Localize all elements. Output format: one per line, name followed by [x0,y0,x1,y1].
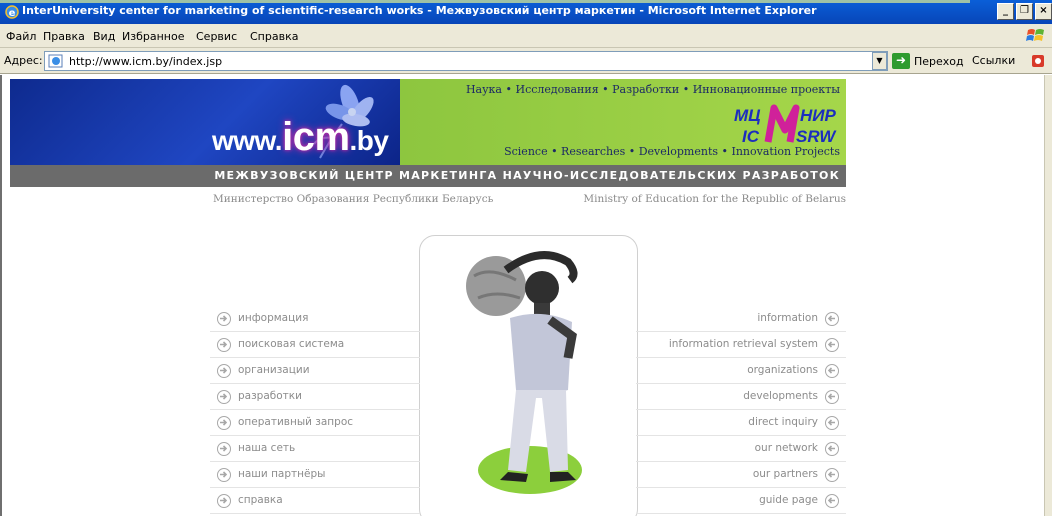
windows-logo-icon [1026,29,1044,41]
logo-main: icm [282,115,350,159]
window-left-border [0,75,2,516]
arrow-left-circle-icon [825,338,839,352]
page-icon [48,54,63,68]
arrow-left-circle-icon [825,390,839,404]
brand-en-left: IC [742,127,760,146]
nav-en-label: direct inquiry [748,416,818,428]
man-with-globe-photo [466,251,582,494]
nav-ru-label: наши партнёры [238,468,326,480]
arrow-right-circle-icon [217,442,231,456]
nav-en-information-retrieval-system[interactable]: information retrieval system [636,332,846,358]
address-label: Адрес: [4,54,43,67]
nav-ru-organizations[interactable]: организации [210,358,420,384]
arrow-right-circle-icon [217,494,231,508]
site-logo[interactable]: www.icm.by [212,115,389,160]
brand-ru-left: МЦ [734,106,761,125]
menu-view[interactable]: Вид [93,30,115,43]
nav-ru-label: наша сеть [238,442,296,454]
nav-ru-label: организации [238,364,310,376]
nav-ru-label: информация [238,312,309,324]
internet-explorer-icon: e [5,5,19,19]
links-button[interactable]: Ссылки [972,54,1015,67]
nav-en-label: our network [754,442,818,454]
nav-en-label: developments [743,390,818,402]
arrow-left-circle-icon [825,312,839,326]
address-dropdown-button[interactable]: ▼ [872,52,887,70]
nav-en-guide-page[interactable]: guide page [636,488,846,514]
arrow-left-circle-icon [825,442,839,456]
nav-ru-label: оперативный запрос [238,416,354,428]
arrow-right-circle-icon [217,468,231,482]
window-titlebar: e InterUniversity center for marketing o… [0,0,1052,24]
arrow-right-circle-icon [217,364,231,378]
nav-ru-search-system[interactable]: поисковая система [210,332,420,358]
minimize-button[interactable]: _ [997,3,1014,20]
page-viewport: www.icm.by Наука • Исследования • Разраб… [0,75,1052,516]
nav-en-developments[interactable]: developments [636,384,846,410]
arrow-left-circle-icon [825,416,839,430]
logo-suffix: .by [349,125,389,156]
svg-text:e: e [9,8,16,19]
address-input[interactable]: http://www.icm.by/index.jsp [44,51,888,71]
brand-ru-right: НИР [800,106,837,125]
nav-ru-our-partners[interactable]: наши партнёры [210,462,420,488]
arrow-right-circle-icon [217,390,231,404]
menu-bar: Файл Правка Вид Избранное Сервис Справка [0,24,1052,48]
go-button[interactable]: ➜ Переход [892,52,964,70]
arrow-left-circle-icon [825,364,839,378]
brand-m-mark [764,104,800,143]
nav-en-label: information [757,312,818,324]
menu-help[interactable]: Справка [250,30,298,43]
nav-english: information information retrieval system… [636,306,846,514]
nav-ru-direct-inquiry[interactable]: оперативный запрос [210,410,420,436]
nav-en-organizations[interactable]: organizations [636,358,846,384]
nav-ru-our-network[interactable]: наша сеть [210,436,420,462]
nav-russian: информация поисковая система организации… [210,306,420,514]
window-controls: _ ❐ × [997,3,1052,20]
ministry-russian: Министерство Образования Республики Бела… [213,193,494,205]
restore-button[interactable]: ❐ [1016,3,1033,20]
vertical-scrollbar[interactable] [1044,75,1052,516]
arrow-right-circle-icon [217,416,231,430]
nav-en-label: guide page [759,494,818,506]
arrow-right-circle-icon [217,312,231,326]
nav-en-information[interactable]: information [636,306,846,332]
logo-prefix: www. [212,125,283,156]
tagline-russian: Наука • Исследования • Разработки • Инно… [465,83,840,96]
arrow-left-circle-icon [825,494,839,508]
menu-edit[interactable]: Правка [43,30,85,43]
go-label: Переход [914,54,964,68]
address-url: http://www.icm.by/index.jsp [69,55,223,68]
nav-en-label: organizations [747,364,818,376]
nav-ru-information[interactable]: информация [210,306,420,332]
nav-ru-label: справка [238,494,283,506]
nav-en-our-partners[interactable]: our partners [636,462,846,488]
address-bar: Адрес: http://www.icm.by/index.jsp ▼ ➜ П… [0,48,1052,74]
window-title: InterUniversity center for marketing of … [22,4,817,17]
titlebar-decoration [0,0,970,3]
nav-ru-label: поисковая система [238,338,345,350]
go-arrow-icon: ➜ [892,53,910,69]
icsrw-logo: МЦ НИР IC SRW [734,104,837,146]
subtitle-band: МЕЖВУЗОВСКИЙ ЦЕНТР МАРКЕТИНГА НАУЧНО-ИСС… [10,165,846,187]
nav-en-our-network[interactable]: our network [636,436,846,462]
nav-ru-label: разработки [238,390,302,402]
links-page-icon[interactable] [1030,53,1046,69]
nav-ru-help[interactable]: справка [210,488,420,514]
brand-en-right: SRW [796,127,837,146]
nav-en-label: our partners [752,468,818,480]
ministry-english: Ministry of Education for the Republic o… [583,193,846,205]
nav-en-label: information retrieval system [668,338,818,350]
menu-favorites[interactable]: Избранное [122,30,184,43]
arrow-right-circle-icon [217,338,231,352]
tagline-english: Science • Researches • Developments • In… [504,145,840,158]
nav-en-direct-inquiry[interactable]: direct inquiry [636,410,846,436]
menu-file[interactable]: Файл [6,30,36,43]
arrow-left-circle-icon [825,468,839,482]
close-button[interactable]: × [1035,3,1052,20]
nav-ru-developments[interactable]: разработки [210,384,420,410]
menu-tools[interactable]: Сервис [196,30,237,43]
